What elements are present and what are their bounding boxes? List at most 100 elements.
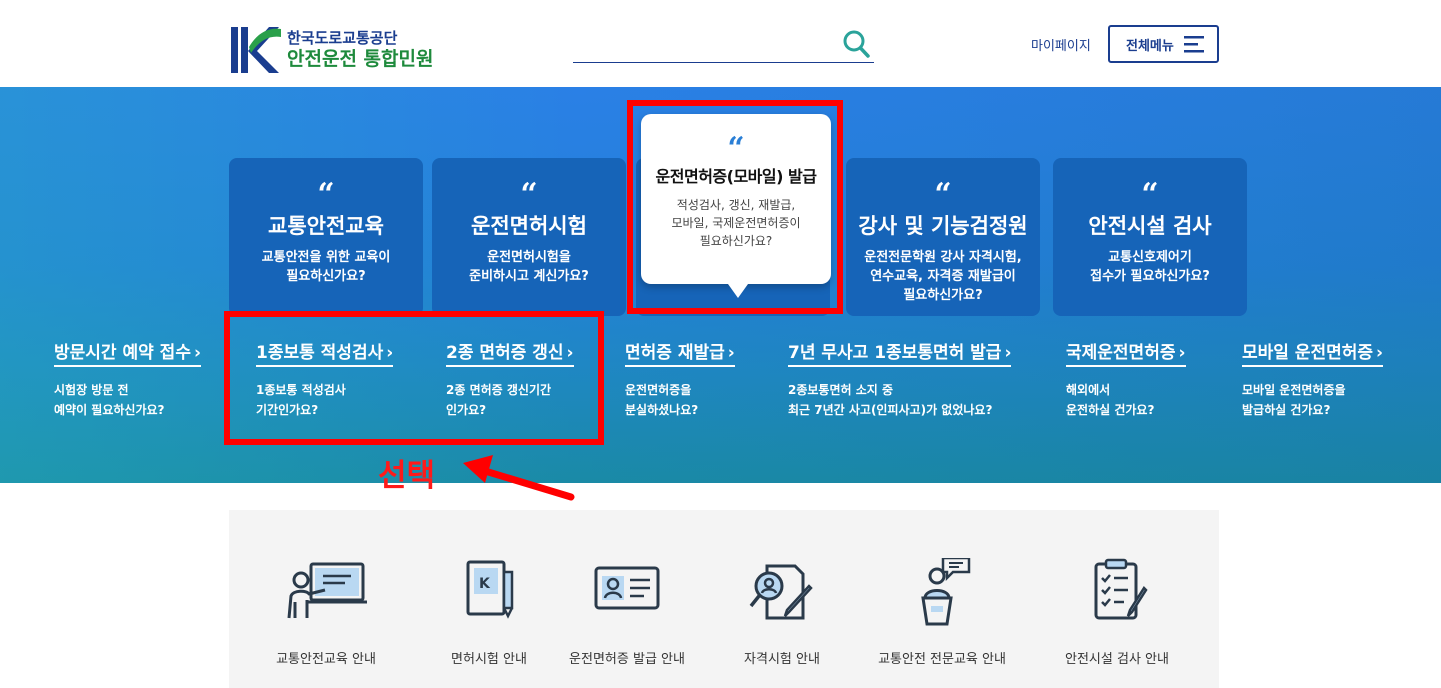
card-desc-line: 접수가 필요하신가요?: [1090, 269, 1210, 284]
site-logo[interactable]: 한국도로교통공단 안전운전 통합민원: [229, 25, 433, 75]
card-description: 운전면허시험을 준비하시고 계신가요?: [432, 248, 626, 286]
logo-service-name: 안전운전 통합민원: [287, 47, 434, 70]
chevron-right-icon: ›: [1004, 343, 1012, 363]
chevron-right-icon: ›: [386, 343, 394, 363]
card-title: 안전시설 검사: [1088, 214, 1212, 238]
card-description: 운전전문학원 강사 자격시험, 연수교육, 자격증 재발급이 필요하신가요?: [846, 248, 1040, 305]
quick-item-label: 운전면허증 발급 안내: [569, 652, 685, 667]
annotation-arrow-icon: [463, 455, 575, 501]
all-menu-label: 전체메뉴: [1126, 38, 1174, 54]
quick-item-professional-education[interactable]: 교통안전 전문교육 안내: [862, 556, 1022, 667]
link-7year-no-accident[interactable]: 7년 무사고 1종보통면허 발급 › 2종보통면허 소지 중최근 7년간 사고(인…: [788, 338, 1012, 420]
quick-item-license-issuance[interactable]: 운전면허증 발급 안내: [547, 558, 707, 667]
annotation-label: 선택: [378, 458, 436, 494]
link-description: 2종 면허증 갱신기간 인가요?: [446, 380, 574, 420]
link-desc-line: 시험장 방문 전: [54, 383, 129, 397]
link-desc-line: 운전하실 건가요?: [1066, 403, 1155, 417]
lecture-icon: [287, 562, 367, 619]
mypage-link[interactable]: 마이페이지: [1031, 35, 1091, 54]
chevron-right-icon: ›: [193, 343, 201, 363]
quote-icon: “: [727, 131, 745, 166]
main-banner: “ 교통안전교육 교통안전을 위한 교육이 필요하신가요? “ 운전면허시험 운…: [0, 87, 1441, 483]
search-icon[interactable]: [842, 29, 870, 59]
card-license-exam[interactable]: “ 운전면허시험 운전면허시험을 준비하시고 계신가요?: [432, 158, 626, 316]
link-class1-aptitude-test[interactable]: 1종보통 적성검사 › 1종보통 적성검사 기간인가요?: [256, 338, 394, 420]
quote-icon: “: [520, 177, 538, 212]
quick-item-license-exam[interactable]: K 면허시험 안내: [409, 558, 569, 667]
quote-icon: “: [317, 177, 335, 212]
card-desc-line: 필요하신가요?: [903, 288, 983, 303]
link-title: 국제운전면허증 ›: [1066, 338, 1186, 367]
exam-magnifier-icon: [749, 564, 813, 620]
link-title: 면허증 재발급 ›: [625, 338, 735, 367]
card-instructor-examiner[interactable]: “ 강사 및 기능검정원 운전전문학원 강사 자격시험, 연수교육, 자격증 재…: [846, 158, 1040, 316]
link-title-text: 7년 무사고 1종보통면허 발급: [788, 343, 1002, 363]
quote-icon: “: [934, 177, 952, 212]
link-desc-line: 2종보통면허 소지 중: [788, 383, 894, 397]
chevron-right-icon: ›: [1376, 343, 1384, 363]
link-desc-line: 운전면허증을: [625, 383, 692, 397]
card-desc-line: 준비하시고 계신가요?: [469, 269, 589, 284]
link-international-license[interactable]: 국제운전면허증 › 해외에서운전하실 건가요?: [1066, 338, 1186, 420]
quote-icon: “: [1141, 177, 1159, 212]
link-title-text: 1종보통 적성검사: [256, 343, 384, 363]
link-desc-line: 분실하셨나요?: [625, 403, 699, 417]
link-title: 방문시간 예약 접수 ›: [54, 338, 201, 367]
card-desc-line: 교통신호제어기: [1108, 250, 1192, 265]
chevron-right-icon: ›: [1178, 343, 1186, 363]
link-description: 1종보통 적성검사 기간인가요?: [256, 380, 393, 420]
link-visit-reservation[interactable]: 방문시간 예약 접수 › 시험장 방문 전 예약이 필요하신가요?: [54, 338, 201, 420]
card-title: 교통안전교육: [268, 214, 384, 238]
card-description: 교통신호제어기 접수가 필요하신가요?: [1053, 248, 1247, 286]
link-desc-line: 최근 7년간 사고(인피사고)가 없었나요?: [788, 403, 993, 417]
search-input[interactable]: [573, 26, 833, 60]
card-title: 운전면허시험: [471, 214, 587, 238]
quick-item-label: 안전시설 검사 안내: [1065, 652, 1169, 667]
card-license-issuance-selected[interactable]: “ 운전면허증(모바일) 발급 적성검사, 갱신, 재발급, 모바일, 국제운전…: [641, 114, 831, 298]
link-description: 해외에서운전하실 건가요?: [1066, 380, 1186, 420]
quick-item-traffic-education[interactable]: 교통안전교육 안내: [246, 558, 406, 667]
link-mobile-license[interactable]: 모바일 운전면허증 › 모바일 운전면허증을 발급하실 건가요?: [1242, 338, 1384, 420]
card-desc-line: 필요하신가요?: [699, 234, 773, 248]
all-menu-button[interactable]: 전체메뉴: [1108, 25, 1219, 63]
card-desc-line: 운전전문학원 강사 자격시험,: [864, 250, 1022, 265]
link-title-text: 방문시간 예약 접수: [54, 343, 191, 363]
link-description: 모바일 운전면허증을 발급하실 건가요?: [1242, 380, 1383, 420]
card-traffic-safety-education[interactable]: “ 교통안전교육 교통안전을 위한 교육이 필요하신가요?: [229, 158, 423, 316]
link-desc-line: 인가요?: [446, 403, 487, 417]
search-bar: [573, 26, 874, 63]
hamburger-menu-icon: [1183, 36, 1204, 53]
quick-item-label: 교통안전 전문교육 안내: [878, 652, 1006, 667]
card-desc-line: 필요하신가요?: [286, 269, 366, 284]
link-title-text: 2종 면허증 갱신: [446, 343, 564, 363]
card-desc-line: 적성검사, 갱신, 재발급,: [676, 198, 796, 212]
logo-org-name: 한국도로교통공단: [287, 28, 398, 47]
card-safety-facility-inspection[interactable]: “ 안전시설 검사 교통신호제어기 접수가 필요하신가요?: [1053, 158, 1247, 316]
card-desc-line: 교통안전을 위한 교육이: [261, 250, 391, 265]
koroad-logo-icon: [231, 27, 281, 73]
link-title: 1종보통 적성검사 ›: [256, 338, 394, 367]
link-title: 모바일 운전면허증 ›: [1242, 338, 1384, 367]
card-desc-line: 운전면허시험을: [487, 250, 571, 265]
chevron-right-icon: ›: [727, 343, 735, 363]
link-license-reissue[interactable]: 면허증 재발급 › 운전면허증을분실하셨나요?: [625, 338, 735, 420]
link-description: 2종보통면허 소지 중최근 7년간 사고(인피사고)가 없었나요?: [788, 380, 1011, 420]
id-card-icon: [594, 566, 660, 610]
quick-item-label: 자격시험 안내: [744, 652, 820, 667]
card-title: 강사 및 기능검정원: [858, 214, 1028, 238]
header: 한국도로교통공단 안전운전 통합민원 마이페이지 전체메뉴: [0, 0, 1441, 87]
card-description: 적성검사, 갱신, 재발급, 모바일, 국제운전면허증이 필요하신가요?: [641, 196, 831, 250]
link-description: 시험장 방문 전 예약이 필요하신가요?: [54, 380, 201, 420]
link-title-text: 국제운전면허증: [1066, 343, 1176, 363]
link-desc-line: 모바일 운전면허증을: [1242, 383, 1346, 397]
link-description: 운전면허증을분실하셨나요?: [625, 380, 735, 420]
card-desc-line: 모바일, 국제운전면허증이: [671, 216, 801, 230]
link-class2-renewal[interactable]: 2종 면허증 갱신 › 2종 면허증 갱신기간 인가요?: [446, 338, 574, 420]
card-title: 운전면허증(모바일) 발급: [655, 167, 817, 186]
link-desc-line: 해외에서: [1066, 383, 1111, 397]
quick-item-label: 교통안전교육 안내: [276, 652, 376, 667]
quick-item-facility-inspection[interactable]: 안전시설 검사 안내: [1037, 558, 1197, 667]
quick-item-qualification-exam[interactable]: 자격시험 안내: [702, 558, 862, 667]
link-title: 2종 면허증 갱신 ›: [446, 338, 574, 367]
quick-item-label: 면허시험 안내: [451, 652, 527, 667]
